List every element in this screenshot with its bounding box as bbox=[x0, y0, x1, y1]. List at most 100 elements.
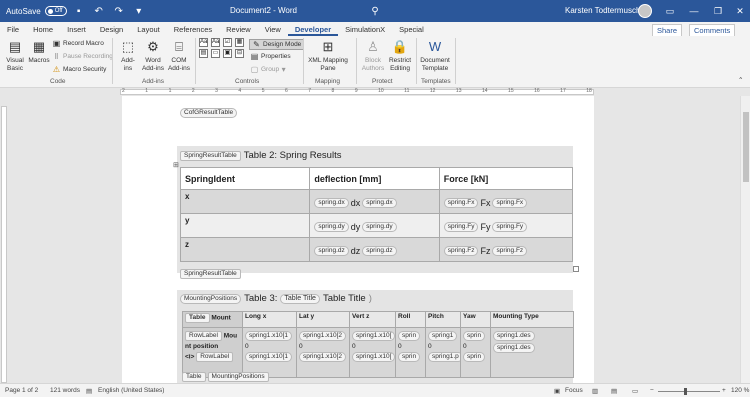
com-add-ins-button[interactable]: ⌸ COM Add-ins bbox=[166, 38, 192, 72]
content-control-tag[interactable]: spring1.x10[1 bbox=[245, 352, 293, 362]
minimize-icon[interactable]: — bbox=[686, 3, 702, 19]
content-control-tag[interactable]: spring.dx bbox=[362, 198, 397, 208]
content-control-tag[interactable]: SpringResultTable bbox=[180, 150, 241, 161]
macro-security-button[interactable]: ⚠ Macro Security bbox=[52, 65, 106, 74]
content-control-tag[interactable]: spring.Fy bbox=[443, 222, 479, 232]
content-control-tag[interactable]: RowLabel bbox=[196, 352, 234, 362]
print-layout-icon[interactable]: ▤ bbox=[611, 387, 617, 395]
tab-design[interactable]: Design bbox=[93, 24, 130, 36]
properties-button[interactable]: ▤ Properties bbox=[250, 52, 291, 61]
visual-basic-button[interactable]: ▤ Visual Basic bbox=[4, 38, 26, 72]
content-control-tag[interactable]: spring.dz bbox=[362, 246, 397, 256]
zoom-in-button[interactable]: + bbox=[722, 387, 726, 394]
content-control-tag[interactable]: spring.Fy bbox=[492, 222, 528, 232]
pause-recording-button[interactable]: Ⅱ Pause Recording bbox=[52, 52, 113, 61]
design-mode-button[interactable]: ✎ Design Mode bbox=[249, 39, 305, 50]
document-page[interactable]: CofGResultTable ⊞ SpringResultTable Tabl… bbox=[122, 96, 594, 383]
table-resize-handle[interactable] bbox=[573, 266, 579, 272]
read-mode-icon[interactable]: ▥ bbox=[592, 387, 598, 395]
content-control-tag[interactable]: MountingPositions bbox=[207, 372, 269, 382]
search-icon[interactable]: ⚲ bbox=[362, 3, 388, 19]
restore-icon[interactable]: ❐ bbox=[710, 3, 726, 19]
scrollbar-thumb[interactable] bbox=[743, 112, 749, 182]
rich-text-control-icon[interactable]: Aa bbox=[199, 38, 208, 47]
content-control-tag[interactable]: spring.Fz bbox=[443, 246, 479, 256]
content-control-tag[interactable]: spring.Fx bbox=[443, 198, 479, 208]
add-ins-button[interactable]: ⬚ Add-ins bbox=[117, 38, 139, 72]
legacy-tools-icon[interactable]: ⊟ bbox=[235, 49, 244, 58]
content-control-tag[interactable]: spring.dz bbox=[314, 246, 349, 256]
zoom-level[interactable]: 120 % bbox=[731, 387, 749, 394]
macros-button[interactable]: ▦ Macros bbox=[28, 38, 50, 65]
content-control-tag[interactable]: sprin bbox=[463, 331, 486, 341]
save-icon[interactable]: ▪ bbox=[71, 3, 87, 19]
content-control-tag[interactable]: spring.Fx bbox=[492, 198, 528, 208]
focus-mode-button[interactable]: Focus bbox=[565, 387, 583, 394]
zoom-out-button[interactable]: − bbox=[650, 387, 654, 394]
content-control-tag[interactable]: spring1.x10[1 bbox=[245, 331, 293, 341]
content-control-tag[interactable]: spring1.x10[ bbox=[352, 331, 395, 341]
content-control-tag[interactable]: sprin bbox=[398, 352, 421, 362]
content-control-tag[interactable]: spring1.x10[2 bbox=[299, 352, 347, 362]
content-control-tag[interactable]: spring1.x10[ bbox=[352, 352, 395, 362]
record-macro-button[interactable]: ▣ Record Macro bbox=[52, 39, 104, 48]
content-control-tag[interactable]: spring1.des bbox=[493, 331, 535, 341]
content-control-tag[interactable]: Table bbox=[182, 372, 206, 382]
content-control-tag[interactable]: MountingPositions bbox=[180, 293, 242, 304]
document-template-button[interactable]: W Document Template bbox=[418, 38, 452, 72]
xml-mapping-pane-button[interactable]: ⊞ XML Mapping Pane bbox=[306, 38, 350, 72]
tab-home[interactable]: Home bbox=[26, 24, 60, 36]
proofing-icon[interactable]: ▤ bbox=[86, 387, 92, 395]
picture-control-icon[interactable]: ▦ bbox=[235, 38, 244, 47]
undo-icon[interactable]: ↶ bbox=[91, 3, 107, 19]
ribbon-display-icon[interactable]: ▭ bbox=[662, 3, 678, 19]
word-add-ins-button[interactable]: ⚙ Word Add-ins bbox=[140, 38, 166, 72]
avatar[interactable] bbox=[638, 4, 652, 18]
tab-file[interactable]: File bbox=[0, 24, 26, 36]
content-control-tag[interactable]: CofGResultTable bbox=[180, 108, 238, 118]
focus-icon[interactable]: ▣ bbox=[554, 387, 560, 395]
word-count[interactable]: 121 words bbox=[50, 387, 80, 394]
tab-simulationx[interactable]: SimulationX bbox=[338, 24, 392, 36]
restrict-editing-button[interactable]: 🔒 Restrict Editing bbox=[387, 38, 413, 72]
content-control-tag[interactable]: spring1.des bbox=[493, 343, 535, 353]
combo-box-control-icon[interactable]: ▤ bbox=[199, 49, 208, 58]
collapse-ribbon-icon[interactable]: ⌃ bbox=[738, 76, 743, 84]
web-layout-icon[interactable]: ▭ bbox=[632, 387, 638, 395]
tab-review[interactable]: Review bbox=[219, 24, 258, 36]
close-icon[interactable]: ✕ bbox=[732, 3, 748, 19]
tab-references[interactable]: References bbox=[167, 24, 219, 36]
autosave-toggle[interactable]: Off bbox=[44, 6, 67, 16]
content-control-tag[interactable]: Table bbox=[185, 313, 210, 323]
content-control-tag[interactable]: spring1 bbox=[428, 331, 458, 341]
table-move-handle-icon[interactable]: ⊞ bbox=[173, 161, 179, 169]
dropdown-control-icon[interactable]: ▭ bbox=[211, 49, 220, 58]
content-control-tag[interactable]: SpringResultTable bbox=[180, 269, 241, 279]
vertical-ruler[interactable] bbox=[0, 96, 8, 383]
content-control-tag[interactable]: sprin bbox=[463, 352, 486, 362]
page-count[interactable]: Page 1 of 2 bbox=[5, 387, 38, 394]
checkbox-control-icon[interactable]: ☑ bbox=[223, 38, 232, 47]
redo-icon[interactable]: ↷ bbox=[111, 3, 127, 19]
tab-layout[interactable]: Layout bbox=[130, 24, 167, 36]
content-control-tag[interactable]: RowLabel bbox=[185, 331, 222, 341]
content-control-tag[interactable]: spring1.x10[2 bbox=[299, 331, 347, 341]
plain-text-control-icon[interactable]: Aa bbox=[211, 38, 220, 47]
vertical-scrollbar[interactable] bbox=[740, 96, 750, 383]
content-control-tag[interactable]: spring.dx bbox=[314, 198, 349, 208]
customize-icon[interactable]: ▾ bbox=[131, 3, 147, 19]
language-status[interactable]: English (United States) bbox=[98, 387, 164, 394]
tab-insert[interactable]: Insert bbox=[60, 24, 93, 36]
horizontal-ruler[interactable]: 2 1 1 2 3 4 5 6 7 8 9 10 11 12 13 14 15 16 17 18 bbox=[0, 88, 750, 96]
tab-view[interactable]: View bbox=[258, 24, 288, 36]
group-button[interactable]: ▢ Group ▾ bbox=[250, 65, 290, 74]
content-control-tag[interactable]: spring.dy bbox=[314, 222, 349, 232]
zoom-slider-thumb[interactable] bbox=[684, 388, 687, 395]
content-control-tag[interactable]: sprin bbox=[398, 331, 421, 341]
zoom-slider[interactable] bbox=[658, 391, 720, 392]
user-name[interactable]: Karsten Todtermuschke bbox=[565, 6, 649, 15]
date-picker-control-icon[interactable]: ▣ bbox=[223, 49, 232, 58]
tab-developer[interactable]: Developer bbox=[287, 24, 339, 36]
tab-special[interactable]: Special bbox=[392, 24, 431, 36]
block-authors-button[interactable]: ♙ Block Authors bbox=[360, 38, 386, 72]
